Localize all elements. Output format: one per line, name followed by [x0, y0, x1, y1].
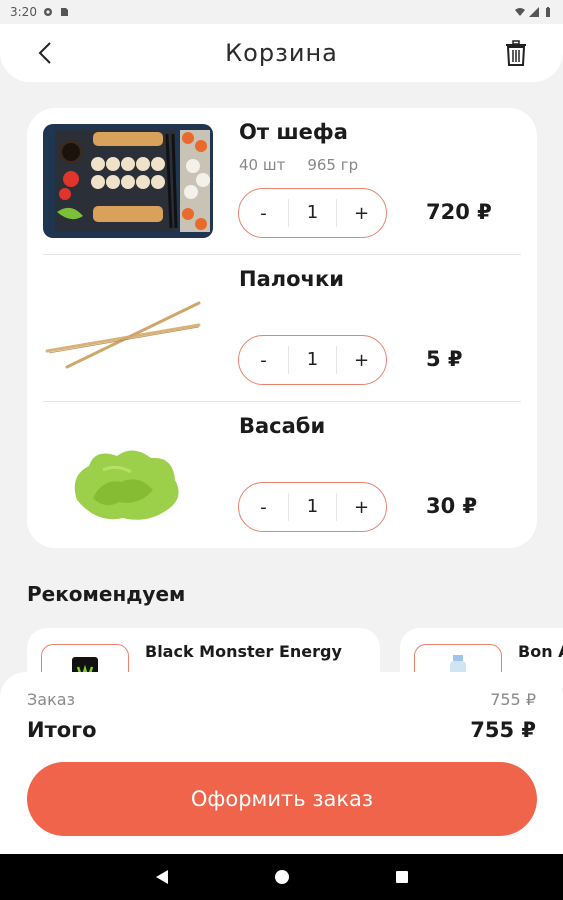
- battery-icon: [546, 7, 550, 17]
- item-price: 720 ₽: [426, 200, 492, 224]
- cart-card: От шефа 40 шт 965 гр - 1 + 720 ₽ Палочки…: [27, 108, 537, 548]
- quantity-stepper: - 1 +: [238, 482, 387, 532]
- increase-button[interactable]: +: [337, 483, 386, 531]
- sd-card-icon: [60, 8, 68, 16]
- wifi-icon: [515, 8, 525, 16]
- item-price: 30 ₽: [426, 494, 478, 518]
- clear-cart-button[interactable]: [499, 36, 533, 70]
- cart-item: От шефа 40 шт 965 гр - 1 + 720 ₽: [27, 108, 537, 255]
- triangle-back-icon: [155, 870, 168, 884]
- status-right: [515, 7, 553, 17]
- nav-home-button[interactable]: [272, 867, 292, 887]
- recommended-item-name: Bon A: [518, 642, 563, 661]
- trash-icon: [506, 40, 526, 66]
- page-title: Корзина: [225, 39, 338, 67]
- chopsticks-image: [43, 271, 213, 385]
- item-pieces: 40 шт: [239, 156, 286, 174]
- signal-icon: [529, 7, 539, 17]
- increase-button[interactable]: +: [337, 336, 386, 384]
- back-button[interactable]: [28, 36, 62, 70]
- item-meta: 40 шт 965 гр: [239, 156, 358, 174]
- quantity-value: 1: [288, 492, 337, 522]
- square-recents-icon: [395, 871, 408, 883]
- item-name: Васаби: [239, 414, 326, 438]
- checkout-button[interactable]: Оформить заказ: [27, 762, 537, 836]
- item-name: Палочки: [239, 267, 344, 291]
- nav-recents-button[interactable]: [392, 867, 412, 887]
- circle-home-icon: [274, 870, 289, 884]
- item-price: 5 ₽: [426, 347, 463, 371]
- system-nav-bar: [0, 854, 563, 900]
- order-total-row: Итого 755 ₽: [27, 718, 536, 742]
- cart-item: Палочки - 1 + 5 ₽: [27, 255, 537, 402]
- sync-icon: [43, 8, 52, 16]
- quantity-value: 1: [288, 198, 337, 228]
- order-value: 755 ₽: [490, 690, 536, 709]
- decrease-button[interactable]: -: [239, 483, 288, 531]
- item-name: От шефа: [239, 120, 348, 144]
- sushi-platter-image: [43, 124, 213, 238]
- quantity-stepper: - 1 +: [238, 335, 387, 385]
- quantity-stepper: - 1 +: [238, 188, 387, 238]
- total-value: 755 ₽: [470, 718, 536, 742]
- status-left: 3:20: [10, 5, 69, 19]
- decrease-button[interactable]: -: [239, 336, 288, 384]
- nav-back-button[interactable]: [152, 867, 172, 887]
- total-label: Итого: [27, 718, 97, 742]
- order-subtotal-row: Заказ 755 ₽: [27, 690, 536, 709]
- status-time: 3:20: [10, 5, 37, 19]
- app-header: Корзина: [0, 24, 563, 82]
- recommended-item-name: Black Monster Energy: [145, 642, 342, 661]
- order-label: Заказ: [27, 690, 76, 709]
- quantity-value: 1: [288, 345, 337, 375]
- recommended-title: Рекомендуем: [27, 582, 186, 606]
- wasabi-image: [43, 418, 213, 532]
- order-summary: Заказ 755 ₽ Итого 755 ₽ Оформить заказ: [0, 672, 563, 854]
- cart-item: Васаби - 1 + 30 ₽: [27, 402, 537, 549]
- decrease-button[interactable]: -: [239, 189, 288, 237]
- item-weight: 965 гр: [307, 156, 359, 174]
- increase-button[interactable]: +: [337, 189, 386, 237]
- status-bar: 3:20: [0, 0, 563, 24]
- chevron-left-icon: [38, 42, 51, 64]
